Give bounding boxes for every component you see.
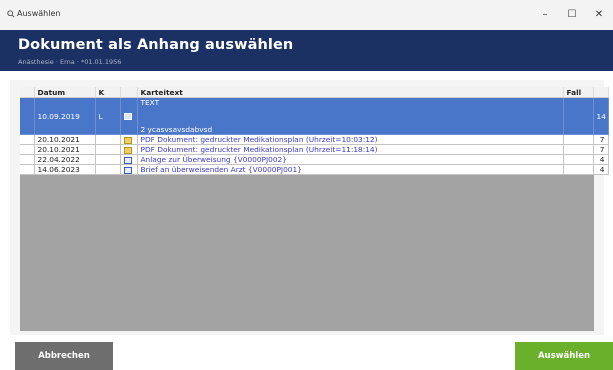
content-panel: Datum K Karteitext Fall 10.09.2019 L TEX… — [10, 80, 609, 335]
cell-number: 7 — [593, 144, 609, 155]
column-header-extra[interactable] — [593, 87, 609, 98]
cell-fall — [563, 97, 594, 135]
karteitext-line: 2 ycasvsavsdabvsd — [140, 125, 213, 134]
row-indicator — [20, 164, 35, 175]
document-table: Datum K Karteitext Fall 10.09.2019 L TEX… — [20, 87, 609, 175]
column-header-fall[interactable]: Fall — [563, 87, 594, 98]
table-row[interactable]: 14.06.2023 Brief an überweisenden Arzt {… — [20, 164, 609, 175]
cell-icon — [120, 154, 138, 165]
row-indicator-header — [20, 87, 35, 98]
cell-datum: 22.04.2022 — [34, 154, 96, 165]
row-indicator — [20, 134, 35, 145]
select-button[interactable]: Auswählen — [515, 342, 613, 370]
cell-fall — [563, 134, 594, 145]
cell-fall — [563, 164, 594, 175]
maximize-button[interactable]: ☐ — [559, 4, 585, 26]
dialog-header: Dokument als Anhang auswählen Anästhesie… — [0, 30, 613, 71]
window-title: Auswählen — [17, 9, 61, 18]
cancel-button[interactable]: Abbrechen — [15, 342, 113, 370]
patient-info: Anästhesie · Erna · *01.01.1956 — [18, 58, 122, 66]
cell-karteitext: PDF Dokument: gedruckter Medikationsplan… — [137, 144, 564, 155]
row-indicator — [20, 144, 35, 155]
row-indicator — [20, 97, 35, 135]
pdf-icon — [123, 136, 132, 144]
table-row[interactable]: 20.10.2021 PDF Dokument: gedruckter Medi… — [20, 144, 609, 155]
table-row[interactable]: 10.09.2019 L TEXT 2 ycasvsavsdabvsd 14 — [20, 97, 609, 135]
window-titlebar: Auswählen – ☐ ✕ — [0, 0, 613, 30]
table-row[interactable]: 22.04.2022 Anlage zur Überweisung {V0000… — [20, 154, 609, 165]
page-title: Dokument als Anhang auswählen — [18, 37, 294, 53]
cell-number: 4 — [593, 164, 609, 175]
pdf-icon — [123, 146, 132, 154]
cell-karteitext: Brief an überweisenden Arzt {V0000PJ001} — [137, 164, 564, 175]
cell-k — [95, 154, 121, 165]
cell-datum: 20.10.2021 — [34, 144, 96, 155]
table-header-row: Datum K Karteitext Fall — [20, 87, 609, 98]
cell-karteitext: PDF Dokument: gedruckter Medikationsplan… — [137, 134, 564, 145]
document-icon — [123, 113, 132, 120]
karteitext-line: TEXT — [140, 98, 160, 107]
cell-datum: 20.10.2021 — [34, 134, 96, 145]
column-header-icon[interactable] — [120, 87, 138, 98]
cell-k — [95, 164, 121, 175]
column-header-karteitext[interactable]: Karteitext — [137, 87, 564, 98]
minimize-button[interactable]: – — [532, 4, 558, 26]
cell-icon — [120, 144, 138, 155]
cell-number: 7 — [593, 134, 609, 145]
cell-k — [95, 144, 121, 155]
cell-number: 14 — [593, 97, 609, 135]
column-header-k[interactable]: K — [95, 87, 121, 98]
row-indicator — [20, 154, 35, 165]
column-header-datum[interactable]: Datum — [34, 87, 96, 98]
word-doc-icon — [123, 166, 132, 174]
cell-karteitext: TEXT 2 ycasvsavsdabvsd — [137, 97, 564, 135]
cell-icon — [120, 97, 138, 135]
cell-fall — [563, 144, 594, 155]
cell-datum: 14.06.2023 — [34, 164, 96, 175]
cell-k — [95, 134, 121, 145]
close-button[interactable]: ✕ — [586, 4, 612, 26]
search-icon — [7, 10, 15, 18]
word-doc-icon — [123, 156, 132, 164]
cell-icon — [120, 134, 138, 145]
cell-number: 4 — [593, 154, 609, 165]
cell-icon — [120, 164, 138, 175]
cell-datum: 10.09.2019 — [34, 97, 96, 135]
table-row[interactable]: 20.10.2021 PDF Dokument: gedruckter Medi… — [20, 134, 609, 145]
cell-k: L — [95, 97, 121, 135]
cell-fall — [563, 154, 594, 165]
document-grid[interactable]: Datum K Karteitext Fall 10.09.2019 L TEX… — [20, 87, 609, 331]
cell-karteitext: Anlage zur Überweisung {V0000PJ002} — [137, 154, 564, 165]
